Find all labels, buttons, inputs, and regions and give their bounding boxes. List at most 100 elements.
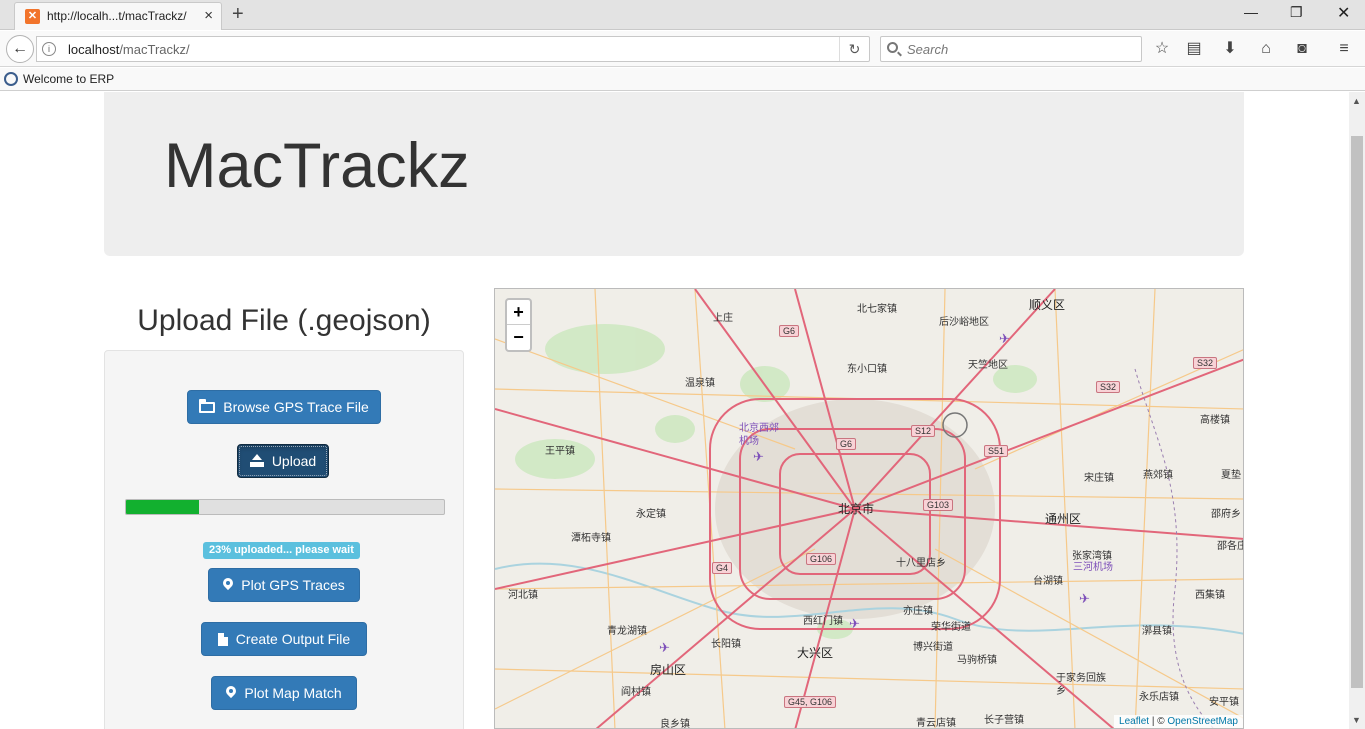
address-bar[interactable]: i localhost/macTrackz/ ↻: [36, 36, 870, 62]
map-label: 东小口镇: [847, 364, 887, 375]
road-shield: G6: [779, 325, 800, 337]
tab-close-icon[interactable]: ×: [204, 7, 213, 24]
minimize-icon[interactable]: —: [1244, 4, 1258, 20]
url-text: localhost/macTrackz/: [68, 42, 190, 57]
map-label: 夏垫: [1221, 470, 1241, 481]
map-marker-icon: [223, 578, 233, 592]
map-label: 马驹桥镇: [957, 655, 997, 666]
new-tab-icon[interactable]: +: [232, 3, 244, 26]
airport-icon: ✈: [999, 331, 1010, 346]
header-jumbotron: MacTrackz: [104, 92, 1244, 256]
browse-gps-trace-button[interactable]: Browse GPS Trace File: [187, 390, 381, 424]
road-shield: G103: [923, 499, 954, 511]
search-icon: [887, 42, 898, 53]
create-output-file-button[interactable]: Create Output File: [201, 622, 367, 656]
road-shield: S32: [1096, 381, 1121, 393]
map-label: 顺义区: [1029, 298, 1066, 312]
plot-map-match-button[interactable]: Plot Map Match: [211, 676, 357, 710]
download-icon[interactable]: ⬇: [1221, 40, 1239, 58]
reading-list-icon[interactable]: ▤: [1185, 40, 1203, 58]
url-host: localhost: [68, 42, 120, 57]
upload-heading: Upload File (.geojson): [137, 304, 431, 337]
create-output-button-label: Create Output File: [235, 631, 351, 647]
map-label: 青龙湖镇: [607, 626, 647, 637]
attribution-separator: | ©: [1149, 716, 1168, 727]
plot-gps-traces-button[interactable]: Plot GPS Traces: [208, 568, 360, 602]
restore-icon[interactable]: ❐: [1290, 4, 1303, 21]
upload-progress-bar: [125, 499, 445, 515]
vertical-scrollbar[interactable]: ▲ ▼: [1349, 92, 1365, 729]
map-label: 房山区: [650, 663, 687, 677]
map-label: 北京市: [838, 502, 875, 516]
map-label: 西红门镇: [803, 616, 843, 627]
scroll-up-arrow-icon[interactable]: ▲: [1352, 96, 1361, 106]
map-label: 温泉镇: [685, 378, 715, 389]
map-label: 王平镇: [545, 446, 575, 457]
zoom-out-button[interactable]: −: [507, 325, 530, 350]
map-label: 高楼镇: [1200, 415, 1230, 426]
back-arrow-icon[interactable]: ←: [6, 35, 34, 63]
scroll-down-arrow-icon[interactable]: ▼: [1352, 715, 1361, 725]
plot-match-button-label: Plot Map Match: [244, 685, 342, 701]
tab-title: http://localh...t/macTrackz/: [47, 9, 187, 23]
pocket-icon[interactable]: ◙: [1293, 40, 1311, 58]
road-shield: G6: [836, 438, 857, 450]
zoom-control: + −: [505, 298, 532, 352]
reload-icon[interactable]: ↻: [839, 37, 869, 61]
map-label: 博兴街道: [913, 642, 953, 653]
airport-icon: ✈: [659, 640, 670, 655]
airport-icon: ✈: [1079, 591, 1090, 606]
map-label: 于家务回族乡: [1056, 673, 1106, 697]
map-label: 大兴区: [797, 646, 834, 660]
map-label: 邵各庄镇: [1217, 541, 1243, 552]
map-label: 邵府乡: [1211, 509, 1241, 520]
map-label-airport: 三河机场: [1073, 562, 1113, 573]
plot-traces-button-label: Plot GPS Traces: [241, 577, 345, 593]
map-label: 漷县镇: [1142, 626, 1172, 637]
upload-button-label: Upload: [271, 453, 317, 469]
map-label: 宋庄镇: [1084, 473, 1114, 484]
tab-bar: ✕ http://localh...t/macTrackz/ × + — ❐ ✕: [0, 0, 1365, 30]
navigation-bar: ← i localhost/macTrackz/ ↻ Search ☆ ▤ ⬇ …: [0, 31, 1365, 67]
bookmark-welcome-erp[interactable]: Welcome to ERP: [23, 72, 114, 86]
map-label: 良乡镇: [660, 719, 690, 729]
openstreetmap-link[interactable]: OpenStreetMap: [1167, 716, 1238, 727]
browser-tab[interactable]: ✕ http://localh...t/macTrackz/ ×: [14, 2, 222, 30]
map-label: 北七家镇: [857, 304, 897, 315]
upload-icon: [249, 454, 264, 468]
map-label: 张家湾镇: [1072, 551, 1112, 562]
map-label: 永乐店镇: [1139, 692, 1179, 703]
page-viewport: MacTrackz Upload File (.geojson) Browse …: [0, 92, 1349, 729]
bookmark-star-icon[interactable]: ☆: [1153, 40, 1171, 58]
map-label: 永定镇: [636, 509, 666, 520]
info-icon[interactable]: i: [42, 42, 56, 56]
map-label: 阎村镇: [621, 687, 651, 698]
map-label: 燕郊镇: [1143, 470, 1173, 481]
search-input[interactable]: Search: [880, 36, 1142, 62]
road-shield: S32: [1193, 357, 1218, 369]
browse-button-label: Browse GPS Trace File: [223, 399, 369, 415]
hamburger-menu-icon[interactable]: ≡: [1335, 40, 1353, 58]
map-label: 河北镇: [508, 590, 538, 601]
map-marker-icon: [226, 686, 236, 700]
map-label: 潭柘寺镇: [571, 533, 611, 544]
scrollbar-thumb[interactable]: [1351, 136, 1363, 688]
upload-button[interactable]: Upload: [237, 444, 329, 478]
home-icon[interactable]: ⌂: [1257, 40, 1275, 58]
window-close-icon[interactable]: ✕: [1337, 3, 1350, 23]
road-shield: S12: [911, 425, 936, 437]
map-label: 青云店镇: [916, 718, 956, 729]
leaflet-link[interactable]: Leaflet: [1119, 716, 1149, 727]
search-placeholder: Search: [907, 42, 949, 57]
map-label: 通州区: [1045, 512, 1082, 526]
map-label: 上庄: [713, 313, 733, 324]
zoom-in-button[interactable]: +: [507, 300, 530, 325]
upload-status-badge: 23% uploaded... please wait: [203, 542, 360, 559]
map-label: 安平镇: [1209, 697, 1239, 708]
map-label: 台湖镇: [1033, 576, 1063, 587]
airport-icon: ✈: [753, 449, 764, 464]
erp-bookmark-icon: [4, 72, 18, 86]
map-label: 天竺地区: [968, 360, 1008, 371]
leaflet-map[interactable]: + − 北七家镇 顺义区 上庄 后沙峪地区 东小口镇 天竺地区 温泉镇 高楼镇 …: [494, 288, 1244, 729]
road-shield: G106: [806, 553, 837, 565]
